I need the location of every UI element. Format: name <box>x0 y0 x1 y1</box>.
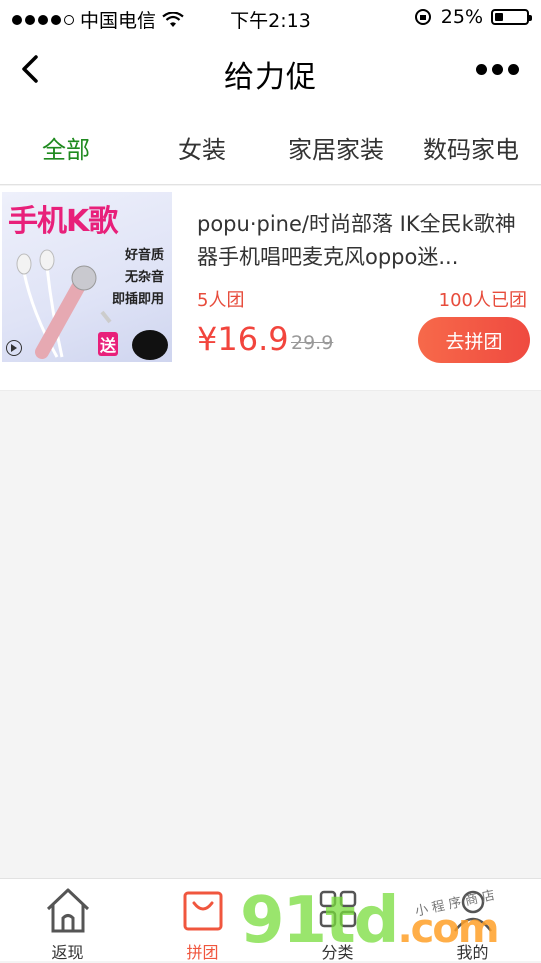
group-price: ¥16.9 <box>197 320 289 358</box>
play-icon <box>6 340 22 356</box>
battery-percent: 25% <box>440 6 483 28</box>
product-image[interactable]: 手机K歌 好音质 无杂音 即插即用 送 <box>2 192 172 362</box>
battery-icon <box>491 9 532 25</box>
status-bar: 中国电信 下午2:13 25% <box>0 0 541 36</box>
image-feature: 即插即用 <box>111 292 164 307</box>
tab-digital-appliances[interactable]: 数码家电 <box>423 130 519 165</box>
more-options-icon[interactable] <box>476 64 519 75</box>
shopping-bag-icon <box>183 891 223 931</box>
tabbar-label: 返现 <box>51 943 84 962</box>
tab-womens-clothing[interactable]: 女装 <box>178 130 226 165</box>
mic-cover-graphic <box>132 330 168 360</box>
tabbar-item-cashback[interactable]: 返现 <box>0 879 135 962</box>
page-title: 给力促 <box>224 60 317 95</box>
gift-label: 送 <box>98 332 119 356</box>
product-card[interactable]: 手机K歌 好音质 无杂音 即插即用 送 popu·pine/时尚部落 IK全民k… <box>0 186 541 391</box>
group-size: 5人团 <box>197 290 245 311</box>
image-feature: 好音质 <box>124 248 164 263</box>
home-icon <box>46 888 90 933</box>
tab-home-furnishing[interactable]: 家居家装 <box>288 130 384 165</box>
navigation-bar: 给力促 <box>0 36 541 106</box>
join-group-button[interactable]: 去拼团 <box>418 317 530 363</box>
category-tabs: 全部 女装 家居家装 数码家电 <box>0 106 541 185</box>
orientation-lock-icon <box>414 9 431 25</box>
product-name[interactable]: popu·pine/时尚部落 IK全民k歌神器手机唱吧麦克风oppo迷... <box>197 208 527 274</box>
image-feature: 无杂音 <box>124 270 164 285</box>
joined-count: 100人已团 <box>438 290 527 311</box>
status-right: 25% <box>413 6 532 28</box>
watermark-main: 91td <box>240 884 399 958</box>
original-price: 29.9 <box>291 332 334 354</box>
tab-all[interactable]: 全部 <box>42 130 90 165</box>
